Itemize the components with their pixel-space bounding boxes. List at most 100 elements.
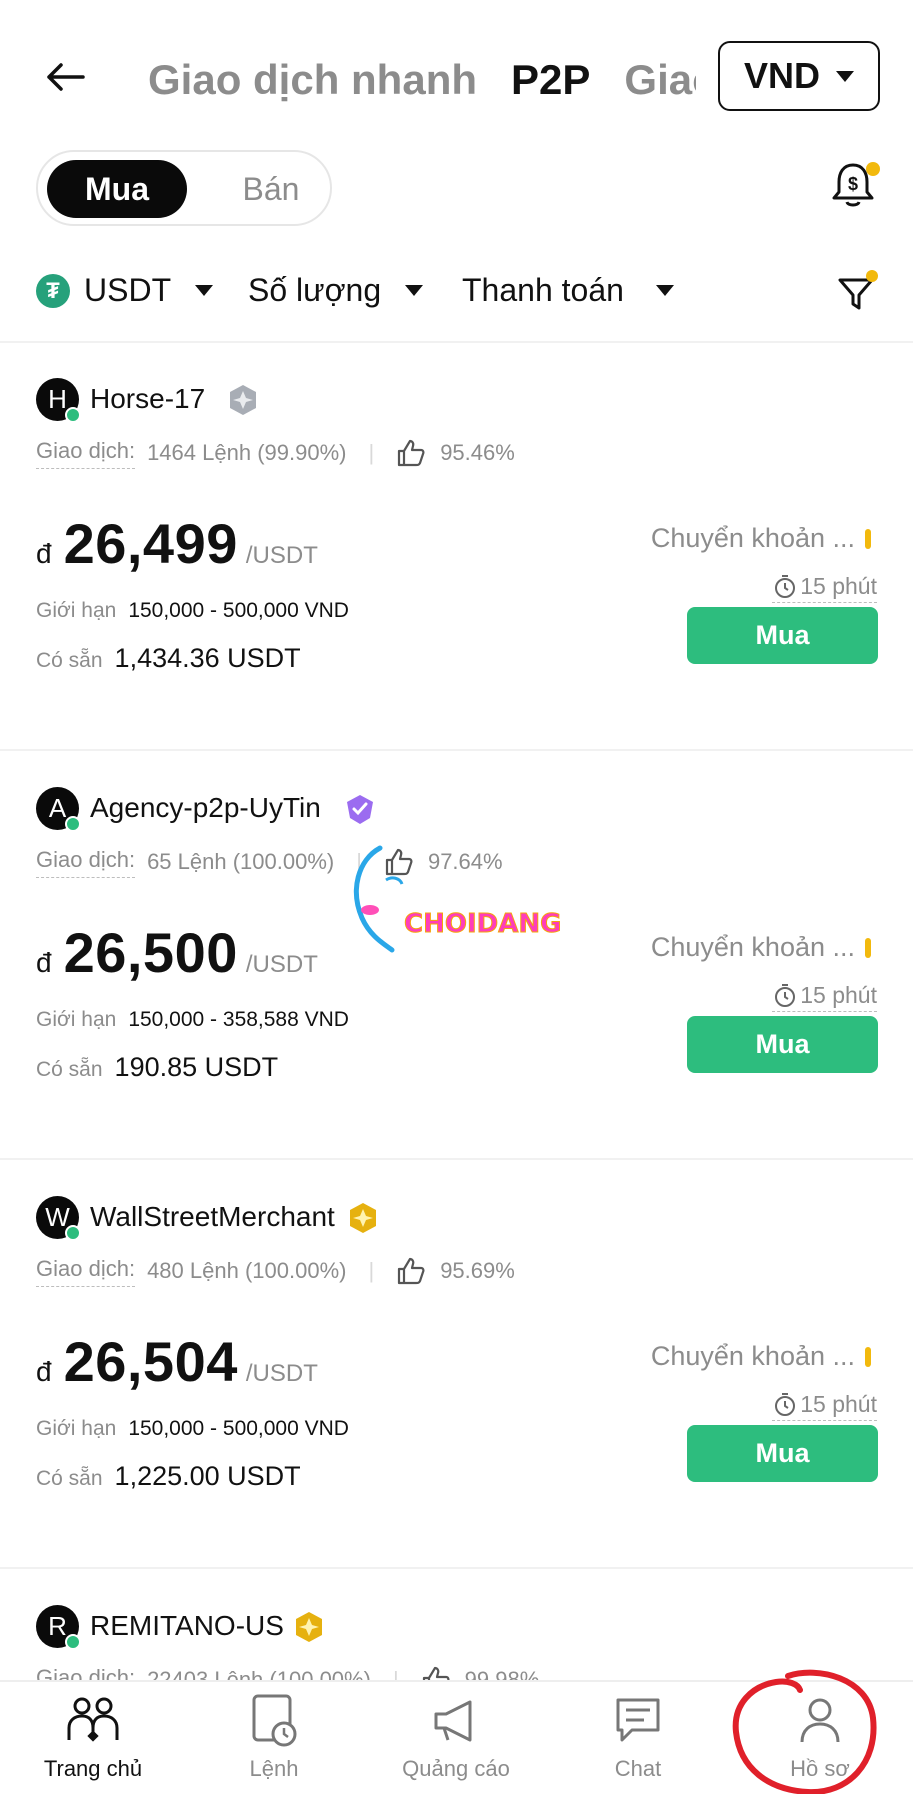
divider (0, 1158, 913, 1160)
trades-label: Giao dịch: (36, 1256, 136, 1287)
tab-other[interactable]: Giao dịch (624, 50, 696, 110)
completion-rate: (100.00%) (244, 1258, 347, 1283)
time-limit: 15 phút (800, 982, 877, 1008)
chevron-down-icon (195, 285, 214, 296)
watermark-logo: CHOIDANGCAP (353, 845, 560, 953)
tether-icon: ₮ (36, 273, 70, 308)
available-value: 1,225.00 USDT (114, 1461, 301, 1491)
merchant-name[interactable]: Horse-17 (90, 381, 205, 417)
available-label: Có sẵn (36, 649, 103, 672)
payment-time: 15 phút (772, 1391, 877, 1421)
thumbs-up-icon (396, 438, 426, 468)
limit-value: 150,000 - 500,000 VND (128, 1417, 349, 1440)
payment-filter-label: Thanh toán (462, 272, 624, 308)
completion-rate: (100.00%) (232, 849, 335, 874)
price-value: 26,500 (63, 921, 238, 984)
tab-p2p[interactable]: P2P (511, 50, 590, 110)
available-label: Có sẵn (36, 1467, 103, 1490)
payment-filter[interactable]: Thanh toán (462, 272, 674, 309)
offer-card: H Horse-17 Giao dịch: 1464 Lệnh (99.90%)… (0, 343, 913, 751)
avatar[interactable]: A (36, 787, 81, 832)
tab-quick-trade[interactable]: Giao dịch nhanh (148, 50, 477, 110)
home-people-icon (65, 1692, 121, 1748)
gold-badge-icon (350, 1203, 376, 1233)
sell-toggle-button[interactable]: Bán (221, 160, 321, 218)
merchant-name[interactable]: REMITANO-US (90, 1608, 284, 1644)
avatar-initial: A (48, 793, 67, 823)
time-limit: 15 phút (800, 1391, 877, 1417)
nav-label: Lệnh (249, 1756, 299, 1781)
chevron-down-icon (405, 285, 424, 296)
separator: | (368, 440, 375, 465)
price-value: 26,499 (63, 512, 238, 575)
price: đ 26,504 /USDT (36, 1329, 318, 1394)
arrow-left-icon (47, 63, 85, 91)
payment-method-label: Chuyển khoản ... (650, 1341, 855, 1371)
separator: | (368, 1258, 375, 1283)
price-alert-button[interactable]: $ (830, 160, 884, 216)
available-row: Có sẵn 1,434.36 USDT (36, 643, 301, 674)
currency-selector[interactable]: VND (718, 41, 880, 111)
order-count: 1464 Lệnh (147, 440, 252, 465)
payment-time: 15 phút (772, 573, 877, 603)
nav-label: Quảng cáo (402, 1756, 510, 1781)
currency-symbol: đ (36, 1356, 52, 1387)
online-status-dot (65, 816, 81, 832)
price-unit: /USDT (245, 542, 318, 569)
merchant-stats: Giao dịch: 1464 Lệnh (99.90%) | 95.46% (36, 435, 515, 471)
currency-symbol: đ (36, 538, 52, 569)
avatar[interactable]: H (36, 378, 81, 423)
asset-filter[interactable]: ₮ USDT (36, 272, 214, 309)
nav-chat[interactable]: Chat (563, 1692, 713, 1782)
buy-button[interactable]: Mua (687, 1016, 878, 1073)
limit-value: 150,000 - 500,000 VND (128, 599, 349, 622)
filter-bar: ₮ USDT Số lượng Thanh toán (0, 262, 913, 328)
online-status-dot (65, 1225, 81, 1241)
trades-label: Giao dịch: (36, 438, 136, 469)
price-value: 26,504 (63, 1330, 238, 1393)
amount-filter[interactable]: Số lượng (248, 272, 424, 309)
amount-filter-label: Số lượng (248, 272, 382, 308)
avatar[interactable]: R (36, 1605, 81, 1650)
nav-label: Chat (614, 1756, 662, 1781)
nav-label: Hồ sơ (790, 1756, 850, 1781)
merchant-stats: Giao dịch: 480 Lệnh (100.00%) | 95.69% (36, 1253, 515, 1289)
rating: 95.46% (440, 440, 515, 465)
filter-button[interactable] (836, 270, 880, 318)
offer-card: W WallStreetMerchant Giao dịch: 480 Lệnh… (0, 1161, 913, 1569)
thumbs-up-icon (421, 1665, 451, 1680)
currency-value: VND (743, 55, 820, 96)
limit-row: Giới hạn 150,000 - 500,000 VND (36, 1417, 349, 1441)
buy-button[interactable]: Mua (687, 607, 878, 664)
avatar-initial: R (48, 1611, 67, 1641)
nav-orders[interactable]: Lệnh (199, 1692, 349, 1782)
price: đ 26,500 /USDT (36, 920, 318, 985)
trades-label: Giao dịch: (36, 1665, 135, 1681)
buy-button[interactable]: Mua (687, 1425, 878, 1482)
avatar[interactable]: W (36, 1196, 81, 1241)
gold-badge-icon (296, 1612, 322, 1642)
available-row: Có sẵn 190.85 USDT (36, 1052, 278, 1083)
chat-icon (610, 1692, 666, 1748)
merchant-name[interactable]: Agency-p2p-UyTin (90, 790, 321, 826)
time-limit: 15 phút (800, 573, 877, 599)
merchant-stats: Giao dịch: 22403 Lệnh (100.00%) | 99.98% (36, 1662, 539, 1680)
buy-toggle-button[interactable]: Mua (47, 160, 187, 218)
profile-icon (792, 1692, 848, 1748)
merchant-name[interactable]: WallStreetMerchant (90, 1199, 335, 1235)
notification-dot (866, 162, 880, 176)
nav-home[interactable]: Trang chủ (18, 1692, 168, 1782)
timer-icon (775, 574, 796, 598)
nav-label: Trang chủ (43, 1756, 143, 1781)
offer-card: R REMITANO-US Giao dịch: 22403 Lệnh (100… (0, 1570, 913, 1680)
watermark-text: CHOIDANGCAP (404, 909, 560, 939)
chevron-down-icon (836, 70, 854, 82)
order-count: 480 Lệnh (147, 1258, 239, 1283)
megaphone-icon (428, 1692, 484, 1748)
back-button[interactable] (40, 55, 90, 99)
nav-profile[interactable]: Hồ sơ (745, 1692, 895, 1782)
nav-ads[interactable]: Quảng cáo (381, 1692, 531, 1782)
payment-color-bar (865, 528, 871, 549)
purple-verified-badge-icon (347, 795, 373, 824)
bottom-navigation: Trang chủ Lệnh Quảng cáo Chat Hồ sơ (0, 1680, 913, 1794)
